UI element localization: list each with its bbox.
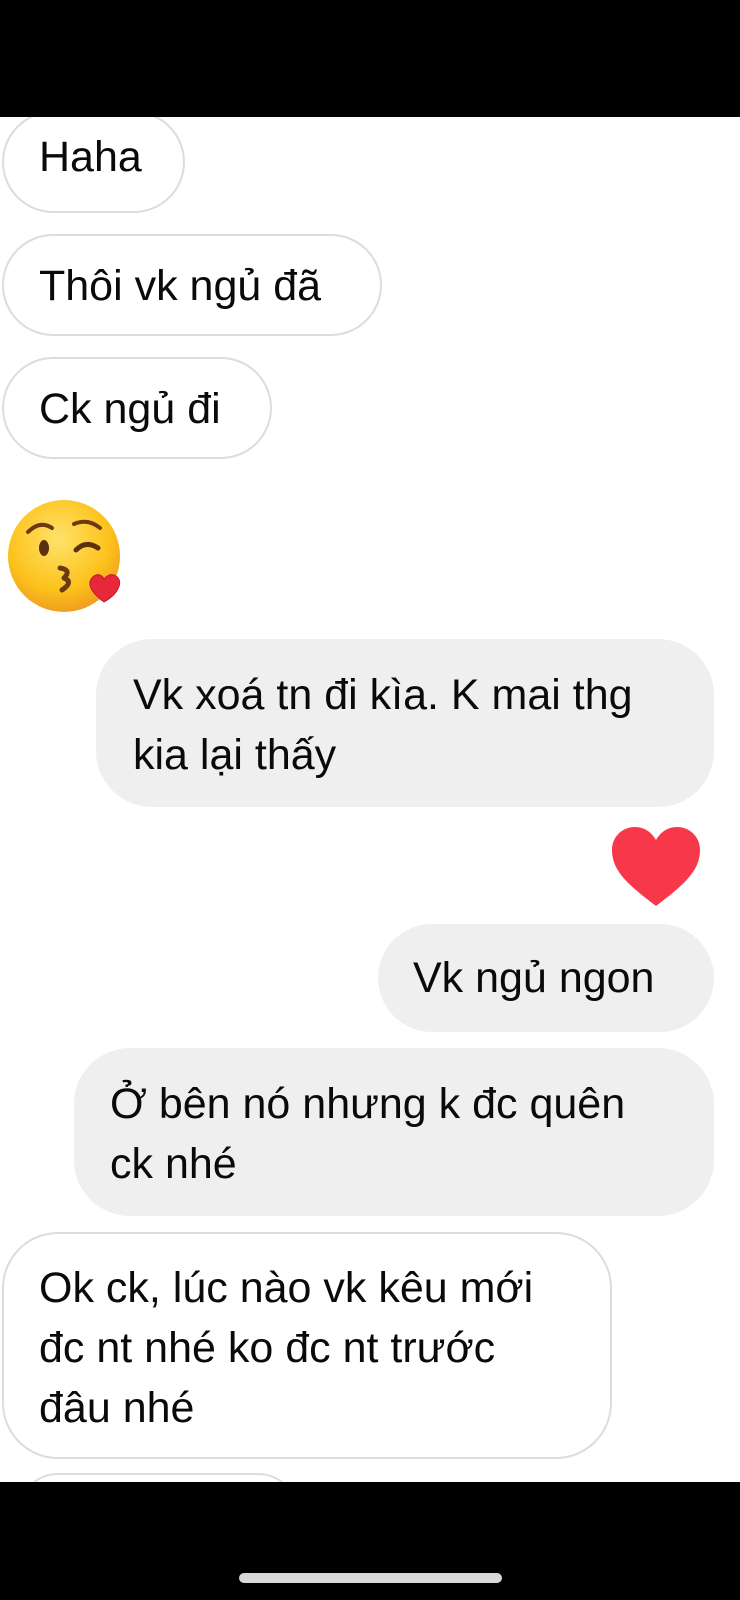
message-text-line: ck nhé	[110, 1140, 237, 1188]
message-text-line: Ở bên nó nhưng k đc quên	[110, 1080, 626, 1128]
message-text-line: kia lại thấy	[133, 731, 337, 779]
received-message-bubble[interactable]: Ck ngủ đi	[2, 357, 272, 459]
sent-message-bubble[interactable]: Ở bên nó nhưng k đc quên ck nhé	[74, 1048, 714, 1216]
phone-screen: Haha Thôi vk ngủ đã Ck ngủ đi Vk xoá tn …	[0, 0, 740, 1600]
sent-message-bubble[interactable]: Vk xoá tn đi kìa. K mai thg kia lại thấy	[96, 639, 714, 807]
received-message-bubble[interactable]: Thôi vk ngủ đã	[2, 234, 382, 336]
message-text-line: Vk xoá tn đi kìa. K mai thg	[133, 671, 633, 719]
message-text: Ck ngủ đi	[39, 385, 221, 433]
message-text-line: đâu nhé	[39, 1384, 195, 1432]
chat-thread[interactable]: Haha Thôi vk ngủ đã Ck ngủ đi Vk xoá tn …	[0, 117, 740, 1482]
received-message-bubble[interactable]: Ok ck, lúc nào vk kêu mới đc nt nhé ko đ…	[2, 1232, 612, 1459]
received-message-bubble[interactable]	[18, 1473, 298, 1482]
home-indicator[interactable]	[239, 1573, 502, 1583]
status-bar-area	[0, 0, 740, 117]
message-text: Thôi vk ngủ đã	[39, 262, 322, 310]
message-text: Vk ngủ ngon	[413, 954, 655, 1002]
face-blowing-kiss-emoji[interactable]	[6, 498, 130, 622]
message-text: Haha	[39, 133, 142, 181]
received-message-bubble[interactable]: Haha	[2, 117, 185, 213]
sent-message-bubble[interactable]: Vk ngủ ngon	[378, 924, 714, 1032]
message-text-line: đc nt nhé ko đc nt trước	[39, 1324, 496, 1372]
message-text-line: Ok ck, lúc nào vk kêu mới	[39, 1264, 534, 1312]
red-heart-icon[interactable]	[610, 826, 702, 908]
